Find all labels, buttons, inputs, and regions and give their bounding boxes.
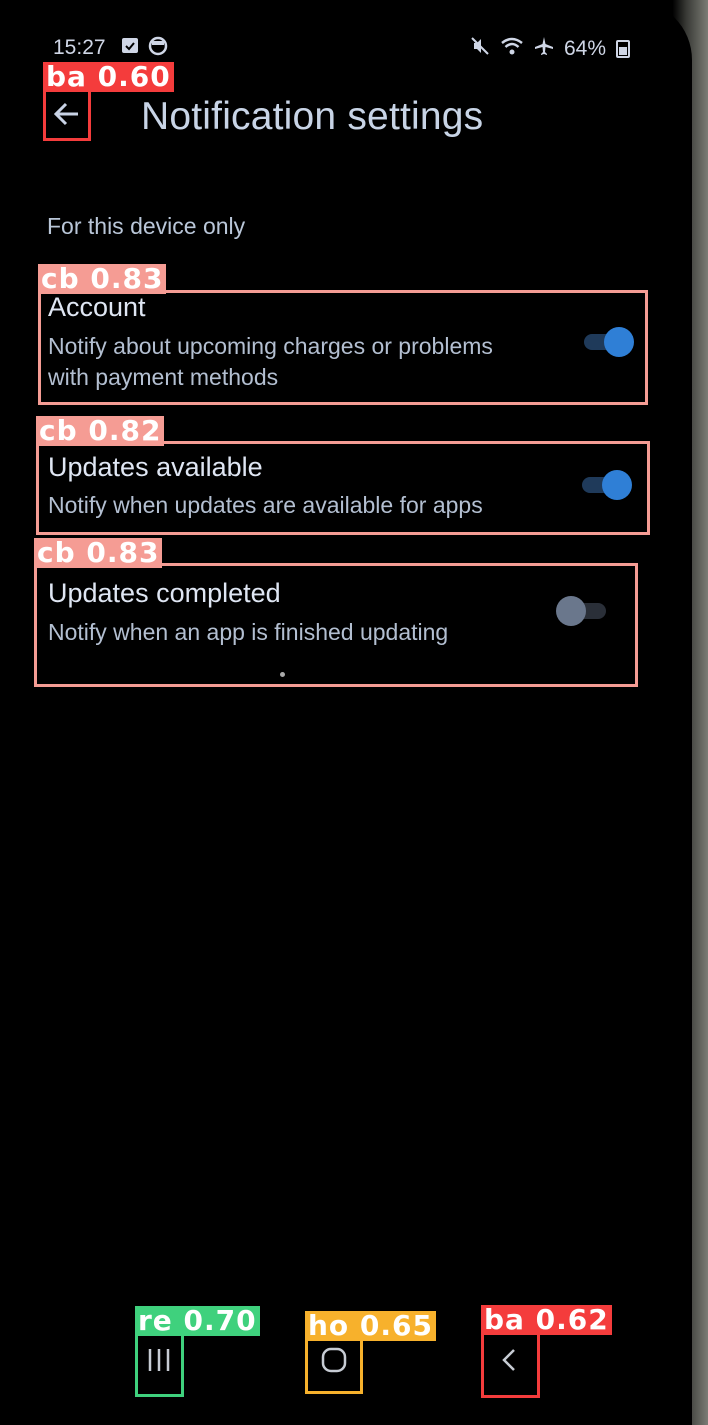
section-header: For this device only xyxy=(47,213,246,239)
mute-icon xyxy=(470,36,490,62)
status-right: 64% xyxy=(470,36,630,62)
battery-icon xyxy=(616,40,630,58)
detection-box-account xyxy=(38,290,648,405)
detection-label: cb 0.83 xyxy=(34,538,163,568)
page-title: Notification settings xyxy=(141,95,484,138)
detection-box-updates-available xyxy=(36,441,650,535)
detection-box-updates-completed xyxy=(34,563,638,687)
app-bar: Notification settings xyxy=(0,85,692,155)
detection-box-recents xyxy=(135,1331,184,1397)
detection-box-home xyxy=(305,1337,363,1394)
detection-label: ba 0.60 xyxy=(43,62,174,92)
sync-icon xyxy=(148,36,168,62)
phone-screen: 15:27 64% Notification settings For this xyxy=(0,0,692,1425)
airplane-icon xyxy=(534,36,554,62)
calendar-check-icon xyxy=(121,36,139,60)
detection-label: cb 0.82 xyxy=(36,416,165,446)
battery-text: 64% xyxy=(563,37,606,60)
detection-label: cb 0.83 xyxy=(38,264,167,294)
detection-box-back xyxy=(43,88,91,141)
detection-box-nav-back xyxy=(481,1331,540,1398)
wifi-icon xyxy=(500,36,524,62)
status-time: 15:27 xyxy=(53,36,106,59)
detection-label: ho 0.65 xyxy=(305,1311,437,1341)
detection-label: ba 0.62 xyxy=(481,1305,612,1335)
detection-label: re 0.70 xyxy=(135,1306,260,1336)
